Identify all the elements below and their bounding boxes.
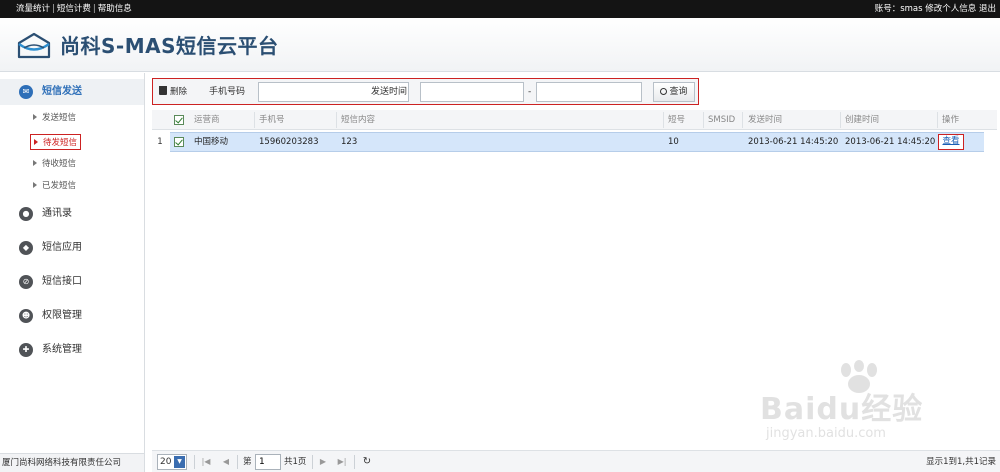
page-total: 共1页: [284, 457, 307, 467]
contact-icon: ●: [19, 207, 33, 221]
record-info: 显示1到1,共1记录: [926, 457, 996, 467]
sidebar-item-pending-sms[interactable]: 待发短信: [30, 134, 82, 150]
watermark-url: jingyan.baidu.com: [766, 426, 886, 441]
date-range-dash: -: [528, 87, 532, 97]
search-icon: [660, 88, 668, 95]
sidebar-group-sms-send[interactable]: ✉ 短信发送: [0, 79, 144, 105]
cell-content: 123: [341, 137, 358, 147]
sidebar-group-label: 短信发送: [42, 86, 82, 97]
first-page-icon[interactable]: |◀: [200, 455, 212, 469]
baidu-jingyan-watermark: Baidu经验 jingyan.baidu.com: [760, 360, 990, 450]
row-number: 1: [152, 132, 168, 152]
col-send-time[interactable]: 发送时间: [748, 110, 782, 130]
pagination-bar: 20▼ |◀ ◀ 第 共1页 ▶ ▶| ↻ 显示1到1,共1记录: [152, 450, 1000, 472]
row-checkbox[interactable]: [174, 137, 184, 147]
cell-phone: 15960203283: [259, 137, 319, 147]
col-action: 操作: [942, 115, 960, 125]
table-row[interactable]: 1 中国移动 15960203283 123 10 2013-06-21 14:…: [152, 132, 997, 152]
page-prefix: 第: [243, 457, 252, 467]
col-smsid[interactable]: SMSID: [708, 110, 735, 130]
col-phone[interactable]: 手机号: [259, 110, 285, 130]
col-content[interactable]: 短信内容: [341, 110, 375, 130]
page-number-input[interactable]: [255, 454, 281, 470]
company-footer: 厦门尚科网络科技有限责任公司: [0, 453, 144, 472]
brand-title: 尚科S-MAS短信云平台: [60, 34, 279, 58]
cell-short-no: 10: [668, 137, 679, 147]
send-time-label: 发送时间: [371, 87, 408, 97]
traffic-stats-link[interactable]: 流量统计: [16, 4, 50, 14]
users-icon: ☻: [19, 309, 33, 323]
edit-profile-link[interactable]: 修改个人信息: [925, 4, 976, 14]
send-time-to-input[interactable]: [536, 82, 642, 102]
account-area: 账号：smas 修改个人信息 退出: [875, 0, 996, 18]
sidebar-group-system[interactable]: ✚ 系统管理: [0, 337, 144, 363]
triangle-right-icon: [33, 160, 37, 166]
view-link[interactable]: 查看: [938, 134, 964, 150]
send-time-from-input[interactable]: [420, 82, 524, 102]
envelope-icon: ✉: [19, 85, 33, 99]
page-size-select[interactable]: 20 ▼: [157, 454, 187, 470]
triangle-right-icon: [33, 114, 37, 120]
cell-create-time: 2013-06-21 14:45:20: [845, 137, 936, 147]
cell-send-time: 2013-06-21 14:45:20: [748, 137, 839, 147]
watermark-brand: Baidu经验: [760, 392, 924, 427]
header: 尚科S-MAS短信云平台: [0, 18, 1000, 72]
chevron-down-icon: ▼: [174, 456, 185, 468]
logout-link[interactable]: 退出: [979, 4, 996, 14]
top-links: 流量统计 | 短信计费 | 帮助信息: [16, 4, 132, 14]
trash-icon: [159, 86, 167, 95]
search-toolbar: 删除 手机号码 发送时间 - 查询: [152, 78, 699, 105]
cloud-envelope-logo-icon: [17, 32, 51, 59]
sidebar-item-send-sms[interactable]: 发送短信: [30, 110, 79, 126]
sidebar-group-sms-apps[interactable]: ◆ 短信应用: [0, 235, 144, 261]
sidebar: ✉ 短信发送 发送短信 待发短信 待收短信 已发短信 ● 通讯录 ◆ 短信应用 …: [0, 73, 145, 472]
sms-billing-link[interactable]: 短信计费: [57, 4, 91, 14]
prev-page-icon[interactable]: ◀: [220, 455, 232, 469]
col-short-no[interactable]: 短号: [668, 110, 685, 130]
sidebar-item-sent-sms[interactable]: 已发短信: [30, 178, 79, 194]
col-carrier[interactable]: 运营商: [194, 110, 220, 130]
help-link[interactable]: 帮助信息: [98, 4, 132, 14]
next-page-icon[interactable]: ▶: [317, 455, 329, 469]
delete-button[interactable]: 删除: [159, 84, 187, 100]
search-button[interactable]: 查询: [653, 82, 695, 102]
account-label: 账号：smas: [874, 4, 923, 14]
plug-icon: ⊘: [19, 275, 33, 289]
col-create-time[interactable]: 创建时间: [845, 110, 879, 130]
select-all-checkbox[interactable]: [174, 115, 184, 125]
last-page-icon[interactable]: ▶|: [336, 455, 348, 469]
sidebar-group-permissions[interactable]: ☻ 权限管理: [0, 303, 144, 329]
share-icon: ◆: [19, 241, 33, 255]
sidebar-group-contacts[interactable]: ● 通讯录: [0, 201, 144, 227]
grid-header: 运营商 手机号 短信内容 短号 SMSID 发送时间 创建时间 操作: [152, 110, 997, 130]
sidebar-group-sms-api[interactable]: ⊘ 短信接口: [0, 269, 144, 295]
phone-label: 手机号码: [209, 87, 246, 97]
top-bar: 流量统计 | 短信计费 | 帮助信息 账号：smas 修改个人信息 退出: [0, 0, 1000, 18]
wrench-icon: ✚: [19, 343, 33, 357]
triangle-right-icon: [34, 139, 38, 145]
cell-carrier: 中国移动: [194, 137, 229, 147]
triangle-right-icon: [33, 182, 37, 188]
refresh-icon[interactable]: ↻: [361, 455, 373, 469]
sidebar-item-to-receive-sms[interactable]: 待收短信: [30, 156, 79, 172]
